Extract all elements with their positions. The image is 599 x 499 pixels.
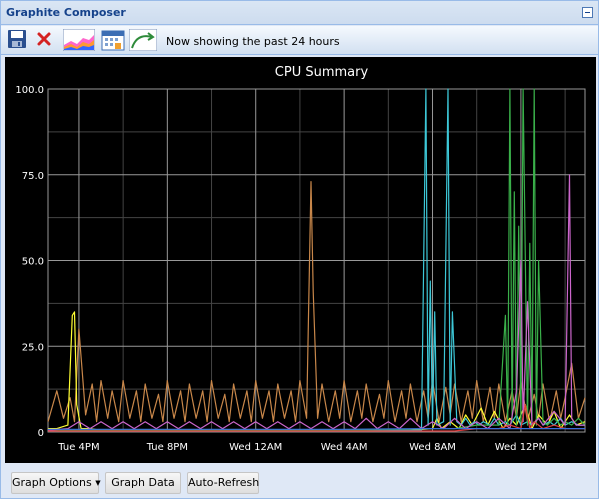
x-tick-label: Tue 4PM	[57, 442, 99, 453]
series-line-6	[48, 428, 585, 430]
graph-options-button[interactable]: Graph Options ▼	[11, 472, 101, 494]
y-tick-label: 75.0	[22, 171, 44, 182]
calendar-icon	[101, 30, 125, 51]
graph-type-button[interactable]	[62, 28, 96, 52]
x-tick-label: Wed 12PM	[495, 442, 547, 453]
time-shift-button[interactable]	[128, 28, 158, 52]
graph-image: CPU Summary 0 25.0 50.0 75.0 100.0 Tue 4PM Tue …	[5, 57, 596, 463]
curve-arrow-icon	[128, 28, 158, 52]
chart-title: CPU Summary	[275, 65, 369, 80]
x-tick-label: Wed 4AM	[321, 442, 368, 453]
date-range-button[interactable]	[101, 29, 125, 51]
y-tick-label: 50.0	[22, 257, 44, 268]
bottom-toolbar: Graph Options ▼ Graph Data Auto-Refresh	[1, 463, 598, 498]
cpu-summary-chart: CPU Summary 0 25.0 50.0 75.0 100.0 Tue 4PM Tue …	[15, 65, 586, 453]
x-tick-label: Wed 12AM	[229, 442, 282, 453]
time-range-status: Now showing the past 24 hours	[166, 35, 340, 48]
save-button[interactable]	[7, 29, 29, 51]
auto-refresh-button[interactable]: Auto-Refresh	[187, 472, 259, 494]
x-tick-label: Tue 8PM	[146, 442, 188, 453]
floppy-disk-icon	[8, 30, 26, 48]
graph-options-label: Graph Options	[12, 476, 92, 489]
stacked-area-chart-icon	[62, 28, 96, 52]
red-x-icon	[37, 32, 51, 46]
graph-data-button[interactable]: Graph Data	[105, 472, 181, 494]
composer-toolbar: Now showing the past 24 hours	[1, 26, 598, 55]
window-titlebar: Graphite Composer	[1, 1, 598, 25]
y-tick-label: 100.0	[15, 85, 44, 96]
y-tick-label: 25.0	[22, 342, 44, 353]
auto-refresh-label: Auto-Refresh	[188, 476, 260, 489]
y-tick-label: 0	[38, 428, 44, 439]
graph-data-label: Graph Data	[111, 476, 175, 489]
dropdown-arrow-icon: ▼	[95, 479, 101, 487]
x-tick-label: Wed 8AM	[409, 442, 456, 453]
collapse-icon[interactable]	[582, 7, 593, 18]
window-title: Graphite Composer	[6, 6, 126, 19]
graphite-composer-window: Graphite Composer Now showing the past 2…	[0, 0, 599, 499]
delete-button[interactable]	[35, 29, 53, 51]
